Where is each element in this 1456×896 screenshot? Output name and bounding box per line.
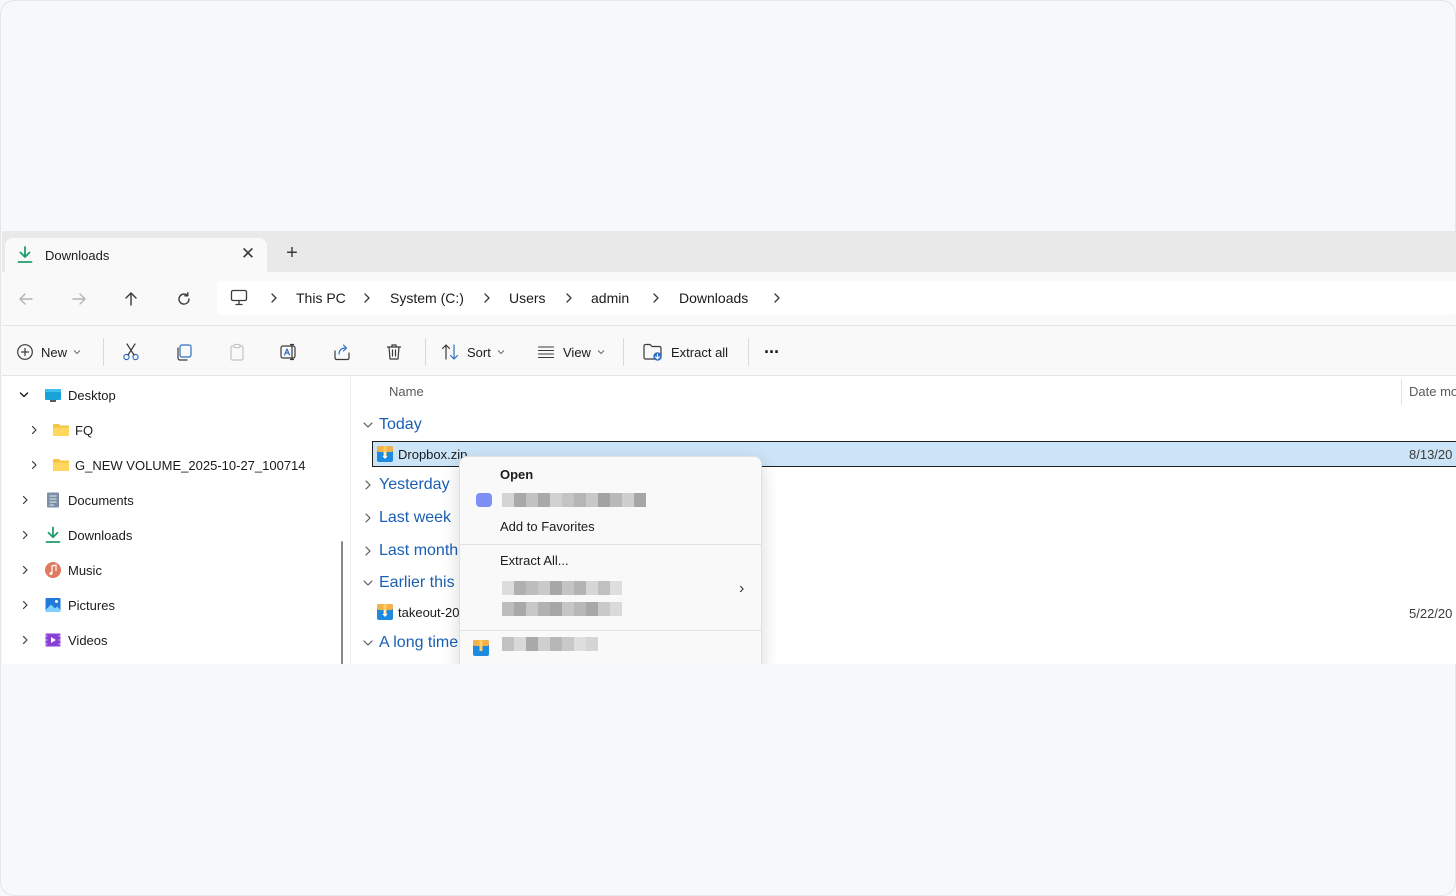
- context-menu: Open Add to Favorites Extract All... ›: [459, 456, 762, 664]
- menu-item-redacted-submenu[interactable]: ›: [466, 577, 756, 621]
- menu-item-extract-all[interactable]: Extract All...: [500, 553, 569, 568]
- redacted-label: [502, 581, 622, 595]
- menu-separator: [460, 630, 761, 631]
- redacted-label: [502, 637, 598, 651]
- menu-item-redacted-app[interactable]: [466, 637, 756, 661]
- zip-file-icon: [473, 640, 489, 656]
- redacted-label: [502, 602, 622, 616]
- menu-separator: [460, 544, 761, 545]
- menu-item-open[interactable]: Open: [500, 467, 533, 482]
- context-menu-clip: Open Add to Favorites Extract All... ›: [0, 0, 1456, 664]
- menu-item-add-to-favorites[interactable]: Add to Favorites: [500, 519, 595, 534]
- app-icon: [476, 493, 492, 507]
- menu-item-redacted[interactable]: [466, 490, 756, 510]
- chevron-right-icon: ›: [739, 580, 745, 597]
- redacted-label: [502, 493, 646, 507]
